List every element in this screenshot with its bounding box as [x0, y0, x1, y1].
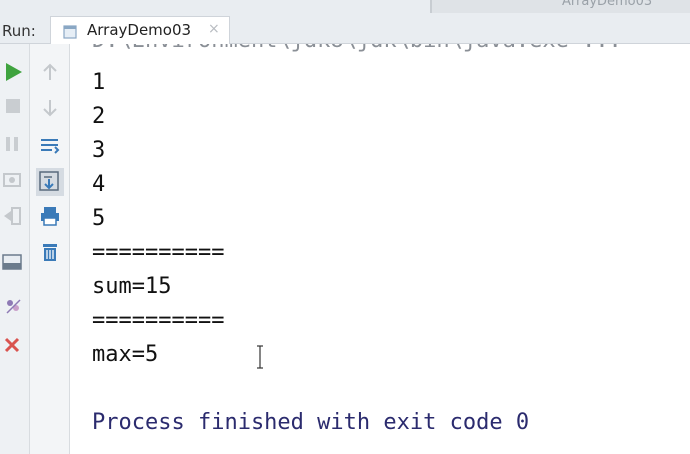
close-icon[interactable] — [2, 334, 26, 358]
pause-icon[interactable] — [2, 132, 26, 156]
run-toolbar-primary — [0, 44, 30, 454]
print-icon[interactable] — [38, 204, 62, 228]
console-command-line: D:\Environment\jdk8\jdk\bin\java.exe ... — [92, 44, 622, 53]
editor-tab-label[interactable]: ArrayDemo03 — [562, 0, 652, 9]
application-icon — [63, 24, 77, 39]
pin-icon[interactable] — [2, 294, 26, 318]
rerun-icon[interactable] — [2, 60, 26, 84]
editor-tab-strip: ArrayDemo03 — [430, 0, 690, 13]
console-line: 5 — [92, 206, 106, 231]
tab-close-icon[interactable]: × — [208, 21, 220, 37]
up-arrow-icon[interactable] — [38, 60, 62, 84]
console-line: 1 — [92, 70, 106, 95]
console-line: ========== — [92, 308, 225, 333]
run-label: Run: — [2, 22, 36, 40]
run-tab-bar: ArrayDemo03 Run: ArrayDemo03 × — [0, 0, 690, 44]
console-line: max=5 — [92, 342, 159, 367]
clear-all-icon[interactable] — [38, 240, 62, 264]
exit-icon[interactable] — [2, 204, 26, 228]
down-arrow-icon[interactable] — [38, 96, 62, 120]
console-line: 2 — [92, 104, 106, 129]
text-cursor-icon — [255, 344, 265, 370]
layout-icon[interactable] — [1, 250, 25, 274]
console-line: ========== — [92, 240, 225, 265]
run-toolbar-secondary — [30, 44, 70, 454]
tab-label: ArrayDemo03 — [87, 21, 192, 39]
tab-arraydemo03[interactable]: ArrayDemo03 × — [50, 16, 230, 44]
soft-wrap-icon[interactable] — [38, 134, 62, 158]
console-line: 4 — [92, 172, 106, 197]
console-output[interactable]: D:\Environment\jdk8\jdk\bin\java.exe ...… — [70, 44, 690, 454]
console-line: 3 — [92, 138, 106, 163]
scroll-to-end-icon[interactable] — [36, 168, 64, 196]
console-line: sum=15 — [92, 274, 172, 299]
stop-icon[interactable] — [2, 94, 26, 118]
dump-threads-icon[interactable] — [2, 168, 26, 192]
run-tool-window: ArrayDemo03 Run: ArrayDemo03 × 1 2 3 4 5… — [0, 0, 690, 454]
exit-message: Process finished with exit code 0 — [92, 410, 530, 435]
